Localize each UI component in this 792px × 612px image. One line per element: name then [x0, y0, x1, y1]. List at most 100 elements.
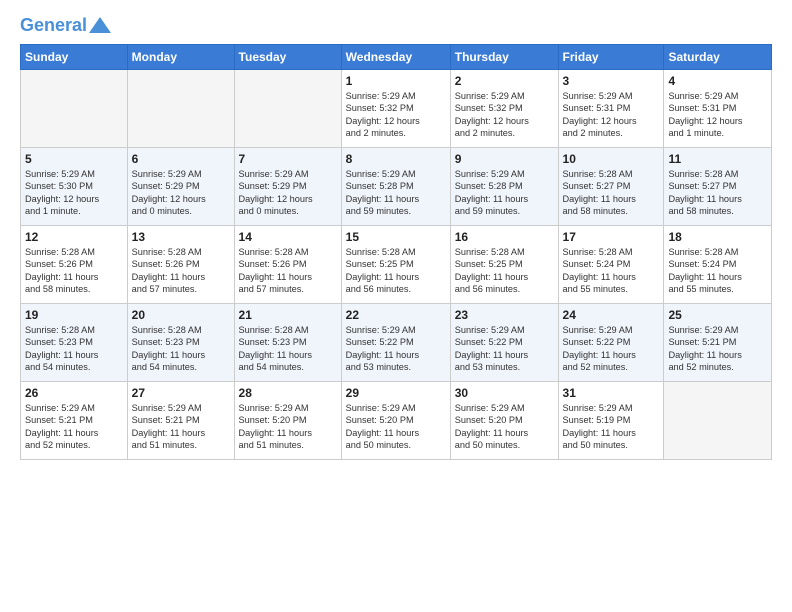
- calendar-cell: [127, 69, 234, 147]
- day-info: Sunrise: 5:29 AM Sunset: 5:32 PM Dayligh…: [455, 90, 554, 140]
- day-info: Sunrise: 5:29 AM Sunset: 5:20 PM Dayligh…: [239, 402, 337, 452]
- day-info: Sunrise: 5:28 AM Sunset: 5:23 PM Dayligh…: [25, 324, 123, 374]
- day-number: 28: [239, 386, 337, 400]
- day-number: 7: [239, 152, 337, 166]
- day-number: 5: [25, 152, 123, 166]
- day-info: Sunrise: 5:28 AM Sunset: 5:27 PM Dayligh…: [668, 168, 767, 218]
- day-info: Sunrise: 5:29 AM Sunset: 5:31 PM Dayligh…: [563, 90, 660, 140]
- page: General SundayMondayTuesdayWednesdayThur…: [0, 0, 792, 470]
- day-header-sunday: Sunday: [21, 44, 128, 69]
- day-info: Sunrise: 5:28 AM Sunset: 5:25 PM Dayligh…: [346, 246, 446, 296]
- day-header-wednesday: Wednesday: [341, 44, 450, 69]
- calendar-cell: [234, 69, 341, 147]
- calendar-week-4: 26 Sunrise: 5:29 AM Sunset: 5:21 PM Dayli…: [21, 381, 772, 459]
- calendar-cell: 7 Sunrise: 5:29 AM Sunset: 5:29 PM Daylig…: [234, 147, 341, 225]
- calendar-cell: 9 Sunrise: 5:29 AM Sunset: 5:28 PM Daylig…: [450, 147, 558, 225]
- day-info: Sunrise: 5:29 AM Sunset: 5:31 PM Dayligh…: [668, 90, 767, 140]
- day-info: Sunrise: 5:28 AM Sunset: 5:25 PM Dayligh…: [455, 246, 554, 296]
- day-info: Sunrise: 5:28 AM Sunset: 5:26 PM Dayligh…: [132, 246, 230, 296]
- calendar-cell: 19 Sunrise: 5:28 AM Sunset: 5:23 PM Dayli…: [21, 303, 128, 381]
- day-number: 26: [25, 386, 123, 400]
- calendar-cell: 16 Sunrise: 5:28 AM Sunset: 5:25 PM Dayli…: [450, 225, 558, 303]
- day-number: 25: [668, 308, 767, 322]
- calendar-cell: 24 Sunrise: 5:29 AM Sunset: 5:22 PM Dayli…: [558, 303, 664, 381]
- day-info: Sunrise: 5:29 AM Sunset: 5:21 PM Dayligh…: [25, 402, 123, 452]
- calendar-cell: [21, 69, 128, 147]
- header: General: [20, 16, 772, 36]
- calendar-week-0: 1 Sunrise: 5:29 AM Sunset: 5:32 PM Daylig…: [21, 69, 772, 147]
- calendar-cell: 14 Sunrise: 5:28 AM Sunset: 5:26 PM Dayli…: [234, 225, 341, 303]
- calendar: SundayMondayTuesdayWednesdayThursdayFrid…: [20, 44, 772, 460]
- calendar-cell: 6 Sunrise: 5:29 AM Sunset: 5:29 PM Daylig…: [127, 147, 234, 225]
- calendar-header-row: SundayMondayTuesdayWednesdayThursdayFrid…: [21, 44, 772, 69]
- day-info: Sunrise: 5:29 AM Sunset: 5:22 PM Dayligh…: [563, 324, 660, 374]
- day-info: Sunrise: 5:29 AM Sunset: 5:22 PM Dayligh…: [346, 324, 446, 374]
- calendar-cell: 29 Sunrise: 5:29 AM Sunset: 5:20 PM Dayli…: [341, 381, 450, 459]
- calendar-cell: 4 Sunrise: 5:29 AM Sunset: 5:31 PM Daylig…: [664, 69, 772, 147]
- day-number: 22: [346, 308, 446, 322]
- calendar-cell: 21Sunrise: 5:28 AM Sunset: 5:23 PM Dayli…: [234, 303, 341, 381]
- day-number: 24: [563, 308, 660, 322]
- day-number: 30: [455, 386, 554, 400]
- calendar-cell: 27 Sunrise: 5:29 AM Sunset: 5:21 PM Dayli…: [127, 381, 234, 459]
- calendar-cell: 20 Sunrise: 5:28 AM Sunset: 5:23 PM Dayli…: [127, 303, 234, 381]
- day-info: Sunrise: 5:29 AM Sunset: 5:28 PM Dayligh…: [455, 168, 554, 218]
- calendar-cell: 5 Sunrise: 5:29 AM Sunset: 5:30 PM Daylig…: [21, 147, 128, 225]
- calendar-cell: 13 Sunrise: 5:28 AM Sunset: 5:26 PM Dayli…: [127, 225, 234, 303]
- day-number: 21: [239, 308, 337, 322]
- calendar-week-3: 19 Sunrise: 5:28 AM Sunset: 5:23 PM Dayli…: [21, 303, 772, 381]
- day-info: Sunrise: 5:29 AM Sunset: 5:30 PM Dayligh…: [25, 168, 123, 218]
- calendar-cell: 17 Sunrise: 5:28 AM Sunset: 5:24 PM Dayli…: [558, 225, 664, 303]
- day-number: 13: [132, 230, 230, 244]
- logo: General: [20, 16, 111, 36]
- day-number: 27: [132, 386, 230, 400]
- day-info: Sunrise: 5:29 AM Sunset: 5:32 PM Dayligh…: [346, 90, 446, 140]
- calendar-week-1: 5 Sunrise: 5:29 AM Sunset: 5:30 PM Daylig…: [21, 147, 772, 225]
- day-info: Sunrise: 5:28 AM Sunset: 5:23 PM Dayligh…: [132, 324, 230, 374]
- day-number: 29: [346, 386, 446, 400]
- day-header-saturday: Saturday: [664, 44, 772, 69]
- day-number: 1: [346, 74, 446, 88]
- day-number: 19: [25, 308, 123, 322]
- day-info: Sunrise: 5:29 AM Sunset: 5:19 PM Dayligh…: [563, 402, 660, 452]
- day-number: 6: [132, 152, 230, 166]
- day-number: 10: [563, 152, 660, 166]
- day-info: Sunrise: 5:28 AM Sunset: 5:27 PM Dayligh…: [563, 168, 660, 218]
- day-number: 12: [25, 230, 123, 244]
- logo-text: General: [20, 16, 87, 36]
- day-info: Sunrise: 5:28 AM Sunset: 5:24 PM Dayligh…: [563, 246, 660, 296]
- calendar-cell: 26 Sunrise: 5:29 AM Sunset: 5:21 PM Dayli…: [21, 381, 128, 459]
- day-header-tuesday: Tuesday: [234, 44, 341, 69]
- calendar-cell: 8Sunrise: 5:29 AM Sunset: 5:28 PM Daylig…: [341, 147, 450, 225]
- calendar-cell: 3 Sunrise: 5:29 AM Sunset: 5:31 PM Daylig…: [558, 69, 664, 147]
- day-number: 11: [668, 152, 767, 166]
- day-info: Sunrise: 5:29 AM Sunset: 5:28 PM Dayligh…: [346, 168, 446, 218]
- day-info: Sunrise: 5:29 AM Sunset: 5:21 PM Dayligh…: [132, 402, 230, 452]
- day-number: 14: [239, 230, 337, 244]
- calendar-cell: 1 Sunrise: 5:29 AM Sunset: 5:32 PM Daylig…: [341, 69, 450, 147]
- day-number: 3: [563, 74, 660, 88]
- logo-icon: [89, 17, 111, 33]
- calendar-cell: 28 Sunrise: 5:29 AM Sunset: 5:20 PM Dayli…: [234, 381, 341, 459]
- day-number: 16: [455, 230, 554, 244]
- day-info: Sunrise: 5:29 AM Sunset: 5:21 PM Dayligh…: [668, 324, 767, 374]
- day-info: Sunrise: 5:29 AM Sunset: 5:20 PM Dayligh…: [346, 402, 446, 452]
- calendar-cell: [664, 381, 772, 459]
- day-info: Sunrise: 5:28 AM Sunset: 5:24 PM Dayligh…: [668, 246, 767, 296]
- day-number: 23: [455, 308, 554, 322]
- calendar-cell: 25 Sunrise: 5:29 AM Sunset: 5:21 PM Dayli…: [664, 303, 772, 381]
- day-number: 18: [668, 230, 767, 244]
- calendar-cell: 15Sunrise: 5:28 AM Sunset: 5:25 PM Dayli…: [341, 225, 450, 303]
- day-info: Sunrise: 5:28 AM Sunset: 5:26 PM Dayligh…: [239, 246, 337, 296]
- day-number: 9: [455, 152, 554, 166]
- day-number: 20: [132, 308, 230, 322]
- day-info: Sunrise: 5:29 AM Sunset: 5:29 PM Dayligh…: [132, 168, 230, 218]
- day-number: 4: [668, 74, 767, 88]
- day-header-thursday: Thursday: [450, 44, 558, 69]
- day-number: 17: [563, 230, 660, 244]
- day-info: Sunrise: 5:29 AM Sunset: 5:29 PM Dayligh…: [239, 168, 337, 218]
- calendar-week-2: 12 Sunrise: 5:28 AM Sunset: 5:26 PM Dayli…: [21, 225, 772, 303]
- day-info: Sunrise: 5:28 AM Sunset: 5:26 PM Dayligh…: [25, 246, 123, 296]
- day-header-friday: Friday: [558, 44, 664, 69]
- day-info: Sunrise: 5:29 AM Sunset: 5:22 PM Dayligh…: [455, 324, 554, 374]
